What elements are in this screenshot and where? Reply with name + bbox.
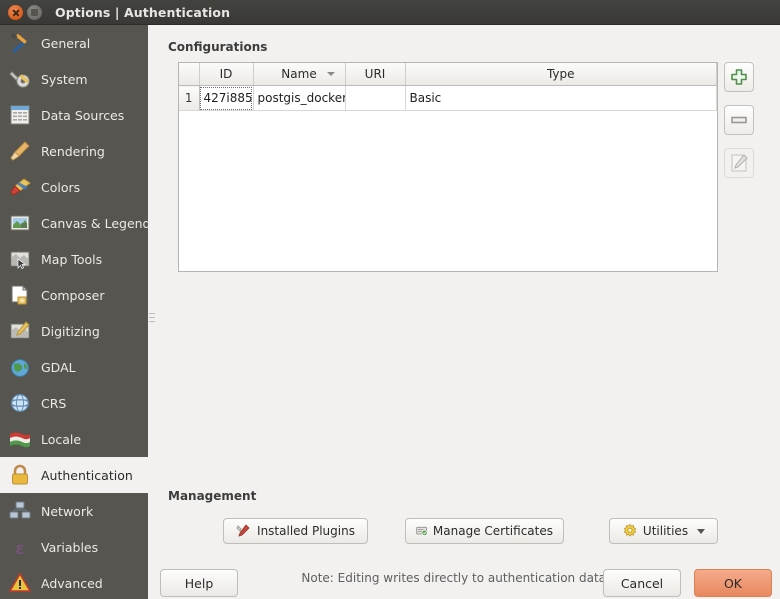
row-number: 1 [179,86,199,111]
column-header-type[interactable]: Type [405,63,717,86]
wrench-gear-icon [8,67,32,91]
configurations-title: Configurations [168,40,267,54]
sidebar-item-network[interactable]: Network [0,493,148,529]
sidebar-splitter[interactable] [148,25,156,599]
close-icon[interactable] [8,5,23,20]
sidebar-item-general[interactable]: General [0,25,148,61]
sidebar-item-label: CRS [41,396,66,411]
column-header-name[interactable]: Name [253,63,345,86]
installed-plugins-button[interactable]: Installed Plugins [223,518,368,544]
maximize-icon[interactable] [27,5,42,20]
installed-plugins-label: Installed Plugins [257,524,355,538]
minus-icon [725,106,753,134]
sidebar-item-system[interactable]: System [0,61,148,97]
sort-descending-icon [327,72,335,76]
cell-name[interactable]: postgis_docker [253,86,345,111]
configurations-table[interactable]: ID Name URI Type 1 427 [178,62,718,272]
sidebar-item-label: General [41,36,90,51]
page-composer-icon: ✳ [8,283,32,307]
window-titlebar: Options | Authentication [0,0,780,25]
gear-icon [622,523,638,539]
hammer-screwdriver-icon [8,31,32,55]
warning-triangle-icon [8,571,32,595]
pencil-icon [725,149,753,177]
sidebar-item-data-sources[interactable]: Data Sources [0,97,148,133]
sidebar-item-label: Colors [41,180,80,195]
cell-id[interactable]: 427i885 [199,86,253,111]
sidebar-item-label: Rendering [41,144,105,159]
sidebar-item-rendering[interactable]: Rendering [0,133,148,169]
sidebar-item-crs[interactable]: CRS [0,385,148,421]
management-title: Management [168,489,256,503]
certificate-icon [416,523,428,539]
sidebar-item-label: Advanced [41,576,103,591]
sidebar-item-variables[interactable]: ε Variables [0,529,148,565]
table-row[interactable]: 1 427i885 postgis_docker Basic [179,86,717,111]
sidebar-item-authentication[interactable]: Authentication [0,457,148,493]
map-pencil-icon [8,319,32,343]
edit-configuration-button [724,148,754,178]
wrench-plugin-icon [236,523,252,539]
sidebar-item-digitizing[interactable]: Digitizing [0,313,148,349]
padlock-icon [8,463,32,487]
sidebar-item-gdal[interactable]: GDAL [0,349,148,385]
authentication-note: Note: Editing writes directly to authent… [156,571,780,585]
utilities-menu-button[interactable]: Utilities [609,518,718,544]
chevron-down-icon [697,529,705,534]
sidebar-item-canvas-legend[interactable]: Canvas & Legend [0,205,148,241]
svg-text:✳: ✳ [19,297,25,305]
column-header-uri[interactable]: URI [345,63,405,86]
sidebar-item-label: System [41,72,88,87]
add-configuration-button[interactable] [724,62,754,92]
table-header-row: ID Name URI Type [179,63,717,86]
sidebar-item-label: Variables [41,540,98,555]
remove-configuration-button[interactable] [724,105,754,135]
sidebar-item-colors[interactable]: Colors [0,169,148,205]
sidebar-item-label: Composer [41,288,104,303]
column-header-id[interactable]: ID [199,63,253,86]
sidebar-item-label: Locale [41,432,81,447]
sidebar-item-label: GDAL [41,360,76,375]
sidebar-item-label: Data Sources [41,108,124,123]
cancel-button[interactable]: Cancel [603,569,681,597]
splitter-grip-icon [149,313,155,327]
sidebar-item-label: Map Tools [41,252,102,267]
sidebar-item-label: Network [41,504,93,519]
flag-icon [8,427,32,451]
sidebar-item-composer[interactable]: ✳ Composer [0,277,148,313]
cancel-label: Cancel [621,576,663,591]
sidebar-item-label: Digitizing [41,324,100,339]
utilities-label: Utilities [643,524,688,538]
help-button[interactable]: Help [160,569,238,597]
color-brush-icon [8,175,32,199]
table-corner-header[interactable] [179,63,199,86]
table-grid-icon [8,103,32,127]
ok-label: OK [724,576,742,591]
sidebar-item-label: Canvas & Legend [41,216,148,231]
network-computers-icon [8,499,32,523]
manage-certificates-button[interactable]: Manage Certificates [405,518,564,544]
epsilon-icon: ε [8,535,32,559]
sidebar-item-advanced[interactable]: Advanced [0,565,148,599]
sidebar-item-map-tools[interactable]: Map Tools [0,241,148,277]
options-sidebar[interactable]: General System Data Sourc [0,25,148,599]
cell-type[interactable]: Basic [405,86,717,111]
plus-icon [725,63,753,91]
map-cursor-icon [8,247,32,271]
svg-text:ε: ε [16,538,24,559]
manage-certificates-label: Manage Certificates [433,524,553,538]
window-title: Options | Authentication [55,5,230,20]
cell-uri[interactable] [345,86,405,111]
map-canvas-icon [8,211,32,235]
authentication-panel: Configurations ID Name URI [156,25,780,599]
paintbrush-icon [8,139,32,163]
help-label: Help [185,576,214,591]
globe-green-icon [8,355,32,379]
ok-button[interactable]: OK [694,569,772,597]
sidebar-item-locale[interactable]: Locale [0,421,148,457]
globe-wire-icon [8,391,32,415]
sidebar-item-label: Authentication [41,468,133,483]
